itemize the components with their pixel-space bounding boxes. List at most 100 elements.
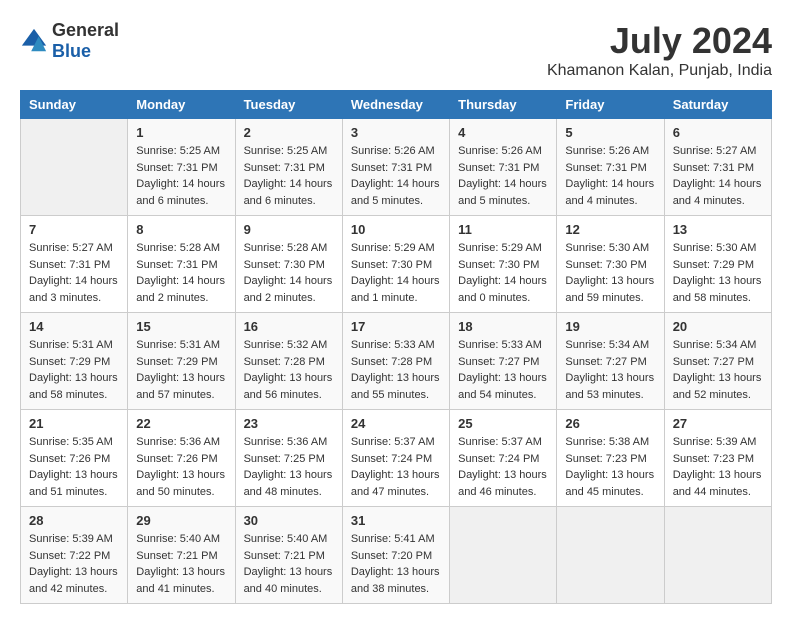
day-number: 24 — [351, 416, 441, 431]
day-detail: Sunrise: 5:33 AMSunset: 7:28 PMDaylight:… — [351, 337, 441, 403]
day-number: 22 — [136, 416, 226, 431]
day-number: 17 — [351, 319, 441, 334]
day-number: 9 — [244, 222, 334, 237]
calendar-cell: 10 Sunrise: 5:29 AMSunset: 7:30 PMDayligh… — [342, 216, 449, 313]
logo-general: General — [52, 20, 119, 40]
day-detail: Sunrise: 5:30 AMSunset: 7:30 PMDaylight:… — [565, 240, 655, 306]
day-number: 4 — [458, 125, 548, 140]
day-detail: Sunrise: 5:41 AMSunset: 7:20 PMDaylight:… — [351, 531, 441, 597]
calendar-cell: 1 Sunrise: 5:25 AMSunset: 7:31 PMDaylight… — [128, 119, 235, 216]
header-friday: Friday — [557, 91, 664, 119]
day-number: 2 — [244, 125, 334, 140]
day-number: 8 — [136, 222, 226, 237]
calendar-cell: 30Sunrise: 5:40 AMSunset: 7:21 PMDayligh… — [235, 507, 342, 604]
calendar-cell: 14 Sunrise: 5:31 AMSunset: 7:29 PMDayligh… — [21, 313, 128, 410]
calendar-week-2: 7 Sunrise: 5:27 AMSunset: 7:31 PMDaylight… — [21, 216, 772, 313]
day-detail: Sunrise: 5:39 AMSunset: 7:22 PMDaylight:… — [29, 531, 119, 597]
day-number: 10 — [351, 222, 441, 237]
calendar-cell: 17 Sunrise: 5:33 AMSunset: 7:28 PMDayligh… — [342, 313, 449, 410]
calendar-cell: 22 Sunrise: 5:36 AMSunset: 7:26 PMDayligh… — [128, 410, 235, 507]
day-number: 18 — [458, 319, 548, 334]
page-header: General Blue July 2024 Khamanon Kalan, P… — [20, 20, 772, 80]
day-detail: Sunrise: 5:30 AMSunset: 7:29 PMDaylight:… — [673, 240, 763, 306]
month-year-title: July 2024 — [547, 20, 772, 62]
header-sunday: Sunday — [21, 91, 128, 119]
day-detail: Sunrise: 5:31 AMSunset: 7:29 PMDaylight:… — [136, 337, 226, 403]
calendar-cell: 6 Sunrise: 5:27 AMSunset: 7:31 PMDaylight… — [664, 119, 771, 216]
day-detail: Sunrise: 5:25 AMSunset: 7:31 PMDaylight:… — [136, 143, 226, 209]
calendar-cell: 20 Sunrise: 5:34 AMSunset: 7:27 PMDayligh… — [664, 313, 771, 410]
calendar-table: SundayMondayTuesdayWednesdayThursdayFrid… — [20, 90, 772, 604]
day-number: 25 — [458, 416, 548, 431]
day-detail: Sunrise: 5:36 AMSunset: 7:25 PMDaylight:… — [244, 434, 334, 500]
day-number: 11 — [458, 222, 548, 237]
calendar-cell: 19 Sunrise: 5:34 AMSunset: 7:27 PMDayligh… — [557, 313, 664, 410]
calendar-cell: 25 Sunrise: 5:37 AMSunset: 7:24 PMDayligh… — [450, 410, 557, 507]
day-detail: Sunrise: 5:36 AMSunset: 7:26 PMDaylight:… — [136, 434, 226, 500]
day-number: 15 — [136, 319, 226, 334]
header-tuesday: Tuesday — [235, 91, 342, 119]
calendar-cell: 28Sunrise: 5:39 AMSunset: 7:22 PMDayligh… — [21, 507, 128, 604]
calendar-cell: 3Sunrise: 5:26 AMSunset: 7:31 PMDaylight… — [342, 119, 449, 216]
location-subtitle: Khamanon Kalan, Punjab, India — [547, 62, 772, 80]
day-detail: Sunrise: 5:37 AMSunset: 7:24 PMDaylight:… — [351, 434, 441, 500]
calendar-cell: 4Sunrise: 5:26 AMSunset: 7:31 PMDaylight… — [450, 119, 557, 216]
day-number: 23 — [244, 416, 334, 431]
calendar-cell: 15 Sunrise: 5:31 AMSunset: 7:29 PMDayligh… — [128, 313, 235, 410]
day-detail: Sunrise: 5:40 AMSunset: 7:21 PMDaylight:… — [244, 531, 334, 597]
day-detail: Sunrise: 5:33 AMSunset: 7:27 PMDaylight:… — [458, 337, 548, 403]
calendar-cell — [450, 507, 557, 604]
day-detail: Sunrise: 5:38 AMSunset: 7:23 PMDaylight:… — [565, 434, 655, 500]
day-detail: Sunrise: 5:26 AMSunset: 7:31 PMDaylight:… — [565, 143, 655, 209]
calendar-cell — [557, 507, 664, 604]
day-detail: Sunrise: 5:37 AMSunset: 7:24 PMDaylight:… — [458, 434, 548, 500]
header-thursday: Thursday — [450, 91, 557, 119]
calendar-cell: 11 Sunrise: 5:29 AMSunset: 7:30 PMDayligh… — [450, 216, 557, 313]
day-number: 7 — [29, 222, 119, 237]
calendar-cell — [664, 507, 771, 604]
day-detail: Sunrise: 5:31 AMSunset: 7:29 PMDaylight:… — [29, 337, 119, 403]
day-number: 12 — [565, 222, 655, 237]
calendar-cell: 5Sunrise: 5:26 AMSunset: 7:31 PMDaylight… — [557, 119, 664, 216]
day-detail: Sunrise: 5:29 AMSunset: 7:30 PMDaylight:… — [458, 240, 548, 306]
day-number: 13 — [673, 222, 763, 237]
logo: General Blue — [20, 20, 119, 62]
day-detail: Sunrise: 5:40 AMSunset: 7:21 PMDaylight:… — [136, 531, 226, 597]
calendar-cell — [21, 119, 128, 216]
day-detail: Sunrise: 5:34 AMSunset: 7:27 PMDaylight:… — [673, 337, 763, 403]
day-number: 1 — [136, 125, 226, 140]
day-detail: Sunrise: 5:34 AMSunset: 7:27 PMDaylight:… — [565, 337, 655, 403]
day-number: 14 — [29, 319, 119, 334]
day-detail: Sunrise: 5:29 AMSunset: 7:30 PMDaylight:… — [351, 240, 441, 306]
calendar-cell: 24 Sunrise: 5:37 AMSunset: 7:24 PMDayligh… — [342, 410, 449, 507]
day-detail: Sunrise: 5:32 AMSunset: 7:28 PMDaylight:… — [244, 337, 334, 403]
day-number: 21 — [29, 416, 119, 431]
calendar-cell: 21 Sunrise: 5:35 AMSunset: 7:26 PMDayligh… — [21, 410, 128, 507]
title-area: July 2024 Khamanon Kalan, Punjab, India — [547, 20, 772, 80]
logo-icon — [20, 27, 48, 55]
day-number: 6 — [673, 125, 763, 140]
calendar-cell: 29Sunrise: 5:40 AMSunset: 7:21 PMDayligh… — [128, 507, 235, 604]
calendar-cell: 7 Sunrise: 5:27 AMSunset: 7:31 PMDaylight… — [21, 216, 128, 313]
calendar-cell: 18 Sunrise: 5:33 AMSunset: 7:27 PMDayligh… — [450, 313, 557, 410]
header-saturday: Saturday — [664, 91, 771, 119]
calendar-cell: 31Sunrise: 5:41 AMSunset: 7:20 PMDayligh… — [342, 507, 449, 604]
calendar-cell: 9Sunrise: 5:28 AMSunset: 7:30 PMDaylight… — [235, 216, 342, 313]
calendar-week-1: 1 Sunrise: 5:25 AMSunset: 7:31 PMDaylight… — [21, 119, 772, 216]
calendar-cell: 16Sunrise: 5:32 AMSunset: 7:28 PMDayligh… — [235, 313, 342, 410]
header-wednesday: Wednesday — [342, 91, 449, 119]
calendar-week-4: 21 Sunrise: 5:35 AMSunset: 7:26 PMDayligh… — [21, 410, 772, 507]
day-number: 20 — [673, 319, 763, 334]
calendar-cell: 27Sunrise: 5:39 AMSunset: 7:23 PMDayligh… — [664, 410, 771, 507]
day-detail: Sunrise: 5:25 AMSunset: 7:31 PMDaylight:… — [244, 143, 334, 209]
calendar-cell: 26Sunrise: 5:38 AMSunset: 7:23 PMDayligh… — [557, 410, 664, 507]
calendar-cell: 13 Sunrise: 5:30 AMSunset: 7:29 PMDayligh… — [664, 216, 771, 313]
day-detail: Sunrise: 5:28 AMSunset: 7:31 PMDaylight:… — [136, 240, 226, 306]
day-number: 19 — [565, 319, 655, 334]
calendar-cell: 8 Sunrise: 5:28 AMSunset: 7:31 PMDaylight… — [128, 216, 235, 313]
day-detail: Sunrise: 5:35 AMSunset: 7:26 PMDaylight:… — [29, 434, 119, 500]
calendar-cell: 23 Sunrise: 5:36 AMSunset: 7:25 PMDayligh… — [235, 410, 342, 507]
calendar-week-3: 14 Sunrise: 5:31 AMSunset: 7:29 PMDayligh… — [21, 313, 772, 410]
day-detail: Sunrise: 5:27 AMSunset: 7:31 PMDaylight:… — [29, 240, 119, 306]
day-detail: Sunrise: 5:27 AMSunset: 7:31 PMDaylight:… — [673, 143, 763, 209]
